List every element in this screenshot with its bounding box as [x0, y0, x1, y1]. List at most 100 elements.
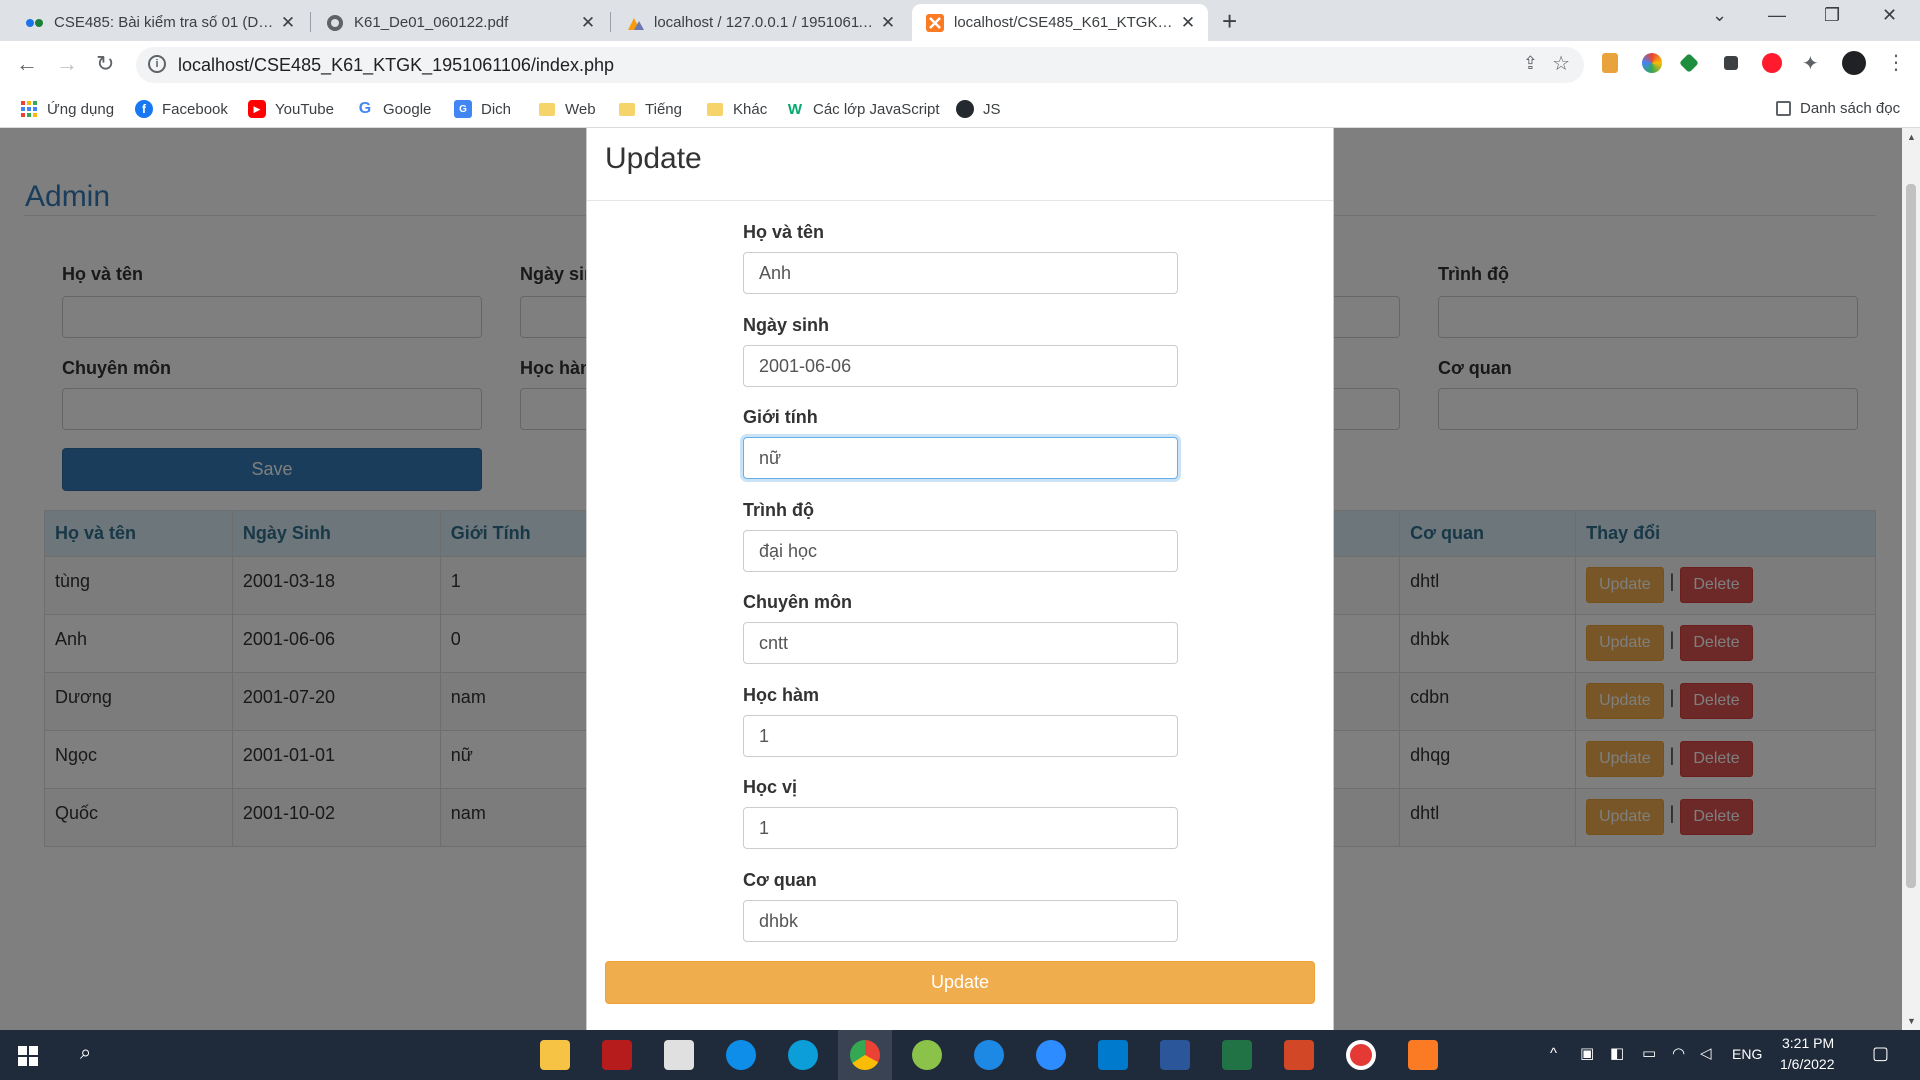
scrollbar-thumb[interactable]: [1906, 184, 1916, 888]
bookmark-folder-tieng[interactable]: Tiếng: [618, 100, 682, 118]
modal-update-button[interactable]: Update: [605, 961, 1315, 1004]
translate-icon: G: [454, 100, 472, 118]
reload-icon[interactable]: ↻: [96, 53, 114, 75]
modal-name-input[interactable]: Anh: [743, 252, 1178, 294]
bookmark-js[interactable]: JS: [956, 100, 1001, 118]
bookmark-w3schools[interactable]: W Các lớp JavaScript: [786, 100, 940, 118]
tab-close-icon[interactable]: ✕: [578, 13, 598, 33]
modal-dob-input[interactable]: 2001-06-06: [743, 345, 1178, 387]
eyedropper-extension-icon[interactable]: [1724, 56, 1738, 70]
modal-major-input[interactable]: cntt: [743, 622, 1178, 664]
share-icon[interactable]: ⇪: [1523, 53, 1538, 74]
modal-header-divider: [587, 200, 1333, 201]
clock-date[interactable]: 1/6/2022: [1780, 1056, 1835, 1072]
edge-icon[interactable]: [788, 1040, 818, 1070]
battery-icon[interactable]: ▭: [1642, 1044, 1656, 1062]
facebook-icon: f: [135, 100, 153, 118]
google-icon: G: [358, 100, 372, 117]
chrome-icon[interactable]: [850, 1040, 880, 1070]
minimize-icon[interactable]: —: [1768, 5, 1786, 26]
excel-icon[interactable]: [1222, 1040, 1252, 1070]
github-icon: [956, 100, 974, 118]
windows-start-icon[interactable]: [18, 1046, 38, 1071]
scroll-up-icon[interactable]: ▲: [1907, 132, 1916, 142]
opera-extension-icon[interactable]: [1762, 53, 1782, 73]
modal-title: Update: [605, 142, 702, 175]
bookmark-folder-khac[interactable]: Khác: [706, 100, 767, 118]
modal-label-degree: Học vị: [743, 777, 798, 797]
powerpoint-icon[interactable]: [1284, 1040, 1314, 1070]
modal-gender-input[interactable]: nữ: [743, 437, 1178, 479]
bookmark-label: YouTube: [275, 100, 334, 118]
modal-label-agency: Cơ quan: [743, 870, 817, 890]
restore-icon[interactable]: ❐: [1824, 5, 1840, 26]
reading-list[interactable]: Danh sách đọc: [1776, 100, 1900, 117]
bookmark-youtube[interactable]: ▶ YouTube: [248, 100, 334, 118]
search-icon[interactable]: ⌕: [80, 1042, 91, 1065]
meet-icon[interactable]: ◧: [1610, 1044, 1624, 1062]
tab-pdf[interactable]: K61_De01_060122.pdf ✕: [312, 4, 608, 41]
extension-icon[interactable]: [1602, 53, 1618, 73]
profile-avatar[interactable]: [1842, 51, 1866, 75]
tab-close-icon[interactable]: ✕: [878, 13, 898, 33]
update-modal: Update Họ và tên Anh Ngày sinh 2001-06-0…: [586, 128, 1334, 1030]
bookmarks-bar: Ứng dụng f Facebook ▶ YouTube G Google G…: [0, 91, 1920, 128]
bookmark-google[interactable]: G Google: [356, 100, 432, 118]
clock-time[interactable]: 3:21 PM: [1782, 1035, 1834, 1051]
recorder-icon[interactable]: [1346, 1040, 1376, 1070]
language-indicator[interactable]: ENG: [1732, 1046, 1762, 1062]
xampp-icon[interactable]: [1408, 1040, 1438, 1070]
folder-icon: [618, 100, 636, 118]
tab-separator: [310, 12, 311, 32]
wifi-icon[interactable]: ◠: [1672, 1044, 1685, 1062]
modal-label-major: Chuyên môn: [743, 592, 853, 612]
modal-label-title: Học hàm: [743, 685, 820, 705]
notifications-icon[interactable]: ▢: [1872, 1043, 1889, 1064]
tab-cse485[interactable]: CSE485: Bài kiểm tra số 01 (Danh ✕: [12, 4, 308, 41]
word-icon[interactable]: [1160, 1040, 1190, 1070]
bookmark-facebook[interactable]: f Facebook: [135, 100, 228, 118]
address-bar[interactable]: i localhost/CSE485_K61_KTGK_1951061106/i…: [136, 47, 1584, 83]
bookmark-label: Khác: [733, 100, 768, 118]
color-extension-icon[interactable]: [1642, 53, 1662, 73]
close-window-icon[interactable]: ✕: [1882, 5, 1897, 26]
tray-chevron-icon[interactable]: ^: [1550, 1045, 1557, 1062]
modal-title-input[interactable]: 1: [743, 715, 1178, 757]
bookmark-label: Facebook: [162, 100, 228, 118]
teamviewer-icon[interactable]: [726, 1040, 756, 1070]
extensions-puzzle-icon[interactable]: ✦: [1802, 51, 1822, 75]
bookmark-label: JS: [983, 100, 1001, 118]
tab-close-icon[interactable]: ✕: [1178, 13, 1198, 33]
bookmark-folder-web[interactable]: Web: [538, 100, 596, 118]
modal-agency-input[interactable]: dhbk: [743, 900, 1178, 942]
url-text[interactable]: localhost/CSE485_K61_KTGK_1951061106/ind…: [178, 55, 614, 76]
new-tab-button[interactable]: +: [1222, 8, 1237, 34]
tab-phpmyadmin[interactable]: localhost / 127.0.0.1 / 1951061106 ✕: [612, 4, 908, 41]
modal-level-input[interactable]: đại học: [743, 530, 1178, 572]
tab-separator: [610, 12, 611, 32]
tab-index-active[interactable]: localhost/CSE485_K61_KTGK_1951061106/ind…: [912, 4, 1208, 41]
page-scrollbar[interactable]: ▲ ▼: [1902, 128, 1920, 1030]
bookmark-apps[interactable]: Ứng dụng: [20, 100, 114, 118]
bookmark-label: Tiếng: [645, 100, 682, 118]
app-icon[interactable]: [912, 1040, 942, 1070]
file-explorer-icon[interactable]: [540, 1040, 570, 1070]
app-icon[interactable]: [602, 1040, 632, 1070]
volume-icon[interactable]: ◁: [1700, 1044, 1712, 1062]
zalo-icon[interactable]: [974, 1040, 1004, 1070]
tab-search-icon[interactable]: ⌄: [1712, 5, 1727, 26]
bookmark-dich[interactable]: G Dich: [454, 100, 511, 118]
modal-degree-input[interactable]: 1: [743, 807, 1178, 849]
bookmark-star-icon[interactable]: ☆: [1552, 51, 1570, 76]
back-icon[interactable]: ←: [16, 53, 38, 75]
zoom-icon[interactable]: [1036, 1040, 1066, 1070]
tab-close-icon[interactable]: ✕: [278, 13, 298, 33]
snipping-tool-icon[interactable]: [664, 1040, 694, 1070]
menu-kebab-icon[interactable]: ⋮: [1886, 50, 1906, 74]
scroll-down-icon[interactable]: ▼: [1907, 1016, 1916, 1026]
vscode-icon[interactable]: [1098, 1040, 1128, 1070]
modal-label-level: Trình độ: [743, 500, 814, 520]
site-info-icon[interactable]: i: [148, 55, 166, 73]
forward-icon[interactable]: →: [56, 53, 78, 75]
tray-app-icon[interactable]: ▣: [1580, 1044, 1594, 1062]
